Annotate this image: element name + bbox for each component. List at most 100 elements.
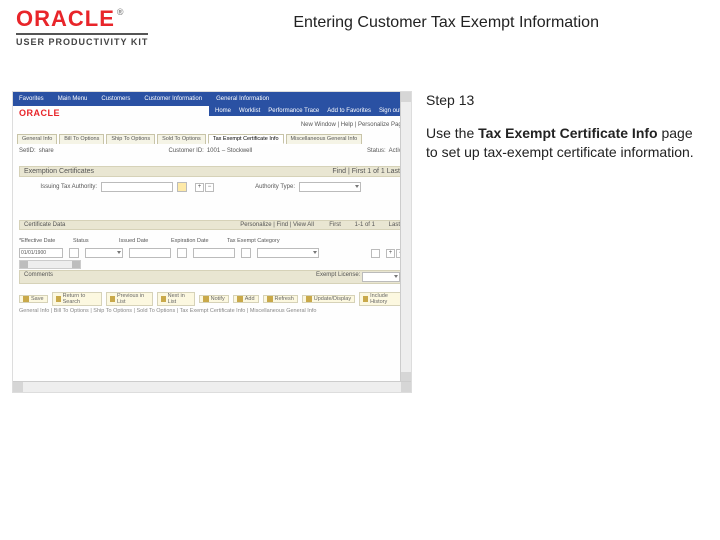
exemption-cert-title: Exemption Certificates [24, 168, 94, 175]
tax-exempt-page-name: Tax Exempt Certificate Info [478, 125, 657, 141]
grid-first[interactable]: First [329, 222, 341, 228]
link-home[interactable]: Home [215, 108, 231, 114]
include-history-button[interactable]: Include History [359, 292, 405, 306]
app-oracle-logo: ORACLE [19, 108, 60, 118]
return-search-button[interactable]: Return to Search [52, 292, 102, 306]
link-add-fav[interactable]: Add to Favorites [327, 108, 371, 114]
exempt-license-label: Exempt License: [316, 272, 360, 282]
grid-personalize[interactable]: Personalize | Find | View All [240, 222, 314, 228]
row-checkbox[interactable] [371, 249, 380, 258]
comments-title: Comments [24, 272, 53, 282]
first-link[interactable]: First [352, 168, 366, 175]
grid-add-row[interactable]: + [386, 249, 395, 258]
tab-tax-exempt-cert[interactable]: Tax Exempt Certificate Info [208, 134, 284, 144]
vertical-scrollbar[interactable] [400, 92, 411, 382]
tab-general-info[interactable]: General Info [17, 134, 57, 144]
eff-date-input[interactable]: 01/01/1900 [19, 248, 63, 258]
col-expire: Expiration Date [171, 238, 221, 244]
exemption-cert-header: Exemption Certificates Find | First 1 of… [19, 166, 405, 177]
authority-type-label: Authority Type: [217, 184, 295, 190]
authority-type-select[interactable] [299, 182, 361, 192]
page-tabs: General Info Bill To Options Ship To Opt… [17, 134, 362, 144]
tab-sold-to[interactable]: Sold To Options [157, 134, 206, 144]
instruction-panel: Step 13 Use the Tax Exempt Certificate I… [426, 91, 708, 393]
next-icon [161, 296, 166, 302]
lookup-icon[interactable] [177, 182, 187, 192]
tab-bill-to[interactable]: Bill To Options [59, 134, 104, 144]
calendar-icon[interactable] [69, 248, 79, 258]
col-status: Status [73, 238, 113, 244]
history-icon [363, 296, 368, 302]
add-row-button[interactable]: + [195, 183, 204, 192]
horizontal-scrollbar[interactable] [13, 381, 411, 392]
save-icon [23, 296, 29, 302]
expire-date-input[interactable] [193, 248, 235, 258]
col-effective-date: *Effective Date [19, 238, 67, 244]
add-icon [237, 296, 243, 302]
page-toolbar: Save Return to Search Previous in List N… [19, 292, 405, 306]
oracle-upk-logo: ORACLE® USER PRODUCTIVITY KIT [16, 8, 148, 47]
app-breadcrumb-bar: Favorites Main Menu Customers Customer I… [13, 92, 411, 106]
setid-value: share [39, 148, 54, 154]
customer-summary-row: SetID: share Customer ID: 1001 – Stockwe… [19, 148, 405, 154]
update-display-button[interactable]: Update/Display [302, 295, 355, 303]
grid-range: 1-1 of 1 [355, 222, 375, 228]
customer-id-value: 1001 – Stockwell [207, 148, 252, 154]
col-tax-exempt-cat: Tax Exempt Category [227, 238, 280, 244]
prev-icon [110, 296, 115, 302]
exempt-license-select[interactable] [362, 272, 400, 282]
notify-button[interactable]: Notify [199, 295, 229, 303]
calendar-icon[interactable] [241, 248, 251, 258]
update-icon [306, 296, 312, 302]
scroll-right-icon[interactable] [401, 382, 411, 392]
link-signout[interactable]: Sign out [379, 108, 401, 114]
issued-date-input[interactable] [129, 248, 171, 258]
app-screenshot: Favorites Main Menu Customers Customer I… [12, 91, 412, 393]
tab-ship-to[interactable]: Ship To Options [106, 134, 155, 144]
refresh-button[interactable]: Refresh [263, 295, 298, 303]
crumb-main-menu[interactable]: Main Menu [58, 96, 88, 102]
link-worklist[interactable]: Worklist [239, 108, 260, 114]
remove-row-button[interactable]: − [205, 183, 214, 192]
customer-id-label: Customer ID: [168, 148, 203, 154]
issuing-authority-label: Issuing Tax Authority: [19, 184, 97, 190]
grid-last[interactable]: Last [389, 222, 400, 228]
crumb-favorites[interactable]: Favorites [19, 96, 44, 102]
crumb-customers[interactable]: Customers [101, 96, 130, 102]
save-button[interactable]: Save [19, 295, 48, 303]
scroll-left-icon[interactable] [13, 382, 23, 392]
page-title: Entering Customer Tax Exempt Information [148, 14, 704, 32]
calendar-icon[interactable] [177, 248, 187, 258]
grid-column-headers: *Effective Date Status Issued Date Expir… [19, 238, 405, 244]
scroll-up-icon[interactable] [401, 92, 411, 102]
issuing-authority-input[interactable] [101, 182, 173, 192]
crumb-customer-info[interactable]: Customer Information [144, 96, 202, 102]
app-toplinks: Home Worklist Performance Trace Add to F… [209, 106, 407, 116]
window-help-links[interactable]: New Window | Help | Personalize Page [301, 122, 405, 128]
comments-header: Comments Exempt License: [19, 270, 405, 284]
add-button[interactable]: Add [233, 295, 259, 303]
search-icon [56, 296, 61, 302]
upk-subbrand: USER PRODUCTIVITY KIT [16, 33, 148, 47]
link-perf-trace[interactable]: Performance Trace [268, 108, 319, 114]
step-label: Step 13 [426, 91, 708, 110]
last-link[interactable]: Last [387, 168, 400, 175]
grid-row-1: 01/01/1900 + − [19, 248, 405, 258]
instruction-text: Use the Tax Exempt Certificate Info page… [426, 124, 708, 162]
certificate-data-title: Certificate Data [24, 222, 65, 228]
grid-scrollbar[interactable] [19, 260, 81, 269]
row-add-remove: + − [195, 183, 214, 192]
next-in-list-button[interactable]: Next in List [157, 292, 195, 306]
notify-icon [203, 296, 209, 302]
refresh-icon [267, 296, 273, 302]
crumb-general-info[interactable]: General Information [216, 96, 269, 102]
setid-label: SetID: [19, 148, 36, 154]
status-label: Status: [367, 148, 386, 154]
prev-in-list-button[interactable]: Previous in List [106, 292, 153, 306]
tax-exempt-cat-select[interactable] [257, 248, 319, 258]
bottom-tab-links[interactable]: General Info | Bill To Options | Ship To… [19, 308, 405, 314]
status-select[interactable] [85, 248, 123, 258]
find-link[interactable]: Find [332, 168, 346, 175]
tab-misc-general[interactable]: Miscellaneous General Info [286, 134, 363, 144]
range-text: 1 of 1 [367, 168, 385, 175]
